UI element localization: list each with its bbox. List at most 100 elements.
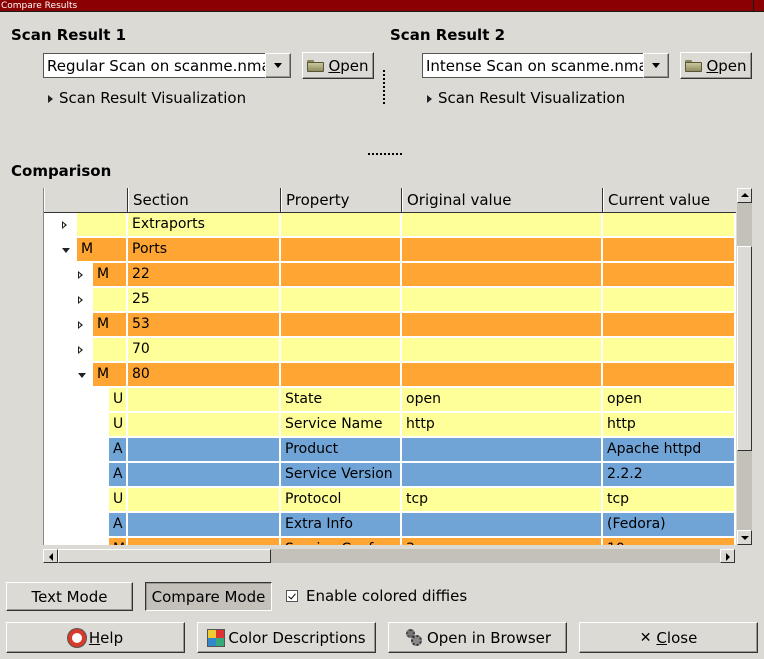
- expander-expanded-icon[interactable]: [62, 248, 70, 253]
- expander-collapsed-icon[interactable]: [62, 221, 67, 229]
- cell-section: [128, 438, 279, 461]
- color-descriptions-button[interactable]: Color Descriptions: [197, 622, 376, 653]
- scan2-combo[interactable]: Intense Scan on scanme.nmap.org: [422, 53, 644, 78]
- text-mode-button[interactable]: Text Mode: [6, 582, 133, 611]
- cell-status: A: [109, 438, 126, 461]
- table-row[interactable]: A Extra Info (Fedora): [44, 513, 736, 538]
- table-row[interactable]: U Protocol tcp tcp: [44, 488, 736, 513]
- scroll-up-arrow-icon[interactable]: [737, 188, 752, 203]
- cell-current: tcp: [603, 488, 734, 511]
- table-row[interactable]: M 80: [44, 363, 736, 388]
- pane-resize-handle-vertical[interactable]: [383, 70, 385, 104]
- scan1-visualization-expander[interactable]: Scan Result Visualization: [48, 89, 246, 107]
- table-row[interactable]: M Ports: [44, 238, 736, 263]
- expander-collapsed-icon[interactable]: [78, 321, 83, 329]
- scan1-open-button[interactable]: Open: [302, 52, 374, 79]
- cell-status: M: [93, 313, 126, 336]
- cell-current: [603, 238, 734, 261]
- compare-mode-button[interactable]: Compare Mode: [145, 582, 272, 611]
- scroll-left-arrow-icon[interactable]: [43, 549, 58, 563]
- cell-status: A: [109, 463, 126, 486]
- colored-diffs-label[interactable]: Enable colored diffies: [306, 587, 467, 605]
- cell-property: [281, 213, 400, 236]
- scan1-open-label: pen: [340, 56, 369, 75]
- cell-current: (Fedora): [603, 513, 734, 536]
- cell-property: Service Name: [281, 413, 400, 436]
- cell-property: [281, 238, 400, 261]
- table-row[interactable]: Extraports: [44, 213, 736, 238]
- open-in-browser-button[interactable]: Open in Browser: [388, 622, 567, 653]
- column-header-section[interactable]: Section: [128, 188, 281, 212]
- table-row[interactable]: M 22: [44, 263, 736, 288]
- scan2-visualization-expander[interactable]: Scan Result Visualization: [427, 89, 625, 107]
- folder-icon: [307, 59, 325, 72]
- scan2-open-label: pen: [718, 56, 747, 75]
- scroll-down-arrow-icon[interactable]: [737, 530, 752, 545]
- scan2-selected: Intense Scan on scanme.nmap.org: [426, 57, 643, 75]
- tree-vertical-scrollbar[interactable]: [737, 188, 752, 545]
- table-row[interactable]: U Service Name http http: [44, 413, 736, 438]
- scan2-open-mnemonic: O: [706, 56, 719, 75]
- expander-collapsed-icon[interactable]: [78, 346, 83, 354]
- tree-horizontal-scrollbar[interactable]: [43, 549, 735, 563]
- cell-original: [402, 313, 601, 336]
- scan1-combo[interactable]: Regular Scan on scanme.nmap.org: [43, 53, 266, 78]
- scan2-visualization-label: Scan Result Visualization: [438, 89, 626, 107]
- help-button[interactable]: Help: [6, 622, 185, 653]
- close-x-icon: ✕: [639, 629, 652, 646]
- expander-collapsed-icon[interactable]: [78, 296, 83, 304]
- vertical-scroll-thumb[interactable]: [737, 245, 752, 451]
- help-label: elp: [100, 628, 124, 647]
- comparison-tree[interactable]: Section Property Original value Current …: [43, 188, 736, 545]
- column-header-property[interactable]: Property: [281, 188, 402, 212]
- cell-original: [402, 338, 601, 361]
- help-mnemonic: H: [88, 628, 101, 647]
- table-row[interactable]: 25: [44, 288, 736, 313]
- table-row[interactable]: U State open open: [44, 388, 736, 413]
- table-row[interactable]: 70: [44, 338, 736, 363]
- close-button[interactable]: ✕ Close: [579, 622, 758, 653]
- horizontal-scroll-thumb[interactable]: [58, 549, 271, 563]
- table-row[interactable]: M Service Conf310: [44, 538, 736, 545]
- pane-resize-handle-horizontal[interactable]: [368, 153, 402, 155]
- scan1-dropdown-button[interactable]: [265, 53, 291, 78]
- close-mnemonic: C: [656, 628, 667, 647]
- scan2-open-button[interactable]: Open: [680, 52, 752, 79]
- expander-triangle-icon: [427, 94, 432, 103]
- cell-section: [128, 413, 279, 436]
- cell-current: 2.2.2: [603, 463, 734, 486]
- cell-original: 3: [402, 538, 601, 545]
- table-row[interactable]: A Product Apache httpd: [44, 438, 736, 463]
- scan1-heading: Scan Result 1: [11, 26, 127, 44]
- cell-property: Service Version: [281, 463, 400, 486]
- table-row[interactable]: M 53: [44, 313, 736, 338]
- scroll-right-arrow-icon[interactable]: [720, 549, 735, 563]
- cell-property: [281, 263, 400, 286]
- table-row[interactable]: A Service Version 2.2.2: [44, 463, 736, 488]
- cell-original: [402, 513, 601, 536]
- window-title: Compare Results: [1, 1, 78, 11]
- cell-status: M: [93, 263, 126, 286]
- cell-section: [128, 538, 279, 545]
- expander-collapsed-icon[interactable]: [78, 271, 83, 279]
- cell-current: [603, 338, 734, 361]
- palette-icon: [207, 628, 226, 647]
- cell-property: State: [281, 388, 400, 411]
- cell-current: 10: [603, 538, 734, 545]
- cell-original: open: [402, 388, 601, 411]
- scan2-dropdown-button[interactable]: [643, 53, 669, 78]
- cell-original: http: [402, 413, 601, 436]
- cell-status: [93, 288, 126, 311]
- column-header-original[interactable]: Original value: [402, 188, 603, 212]
- column-header-status[interactable]: [44, 188, 128, 212]
- expander-expanded-icon[interactable]: [78, 373, 86, 378]
- titlebar-divider: [753, 0, 754, 12]
- cell-section: 70: [128, 338, 279, 361]
- colored-diffs-checkbox[interactable]: [286, 590, 298, 602]
- window-titlebar: Compare Results: [0, 0, 764, 12]
- scan1-selected: Regular Scan on scanme.nmap.org: [47, 57, 265, 75]
- cell-status: M: [93, 363, 126, 386]
- column-header-current[interactable]: Current value: [603, 188, 736, 212]
- scan2-heading: Scan Result 2: [390, 26, 506, 44]
- cell-current: [603, 313, 734, 336]
